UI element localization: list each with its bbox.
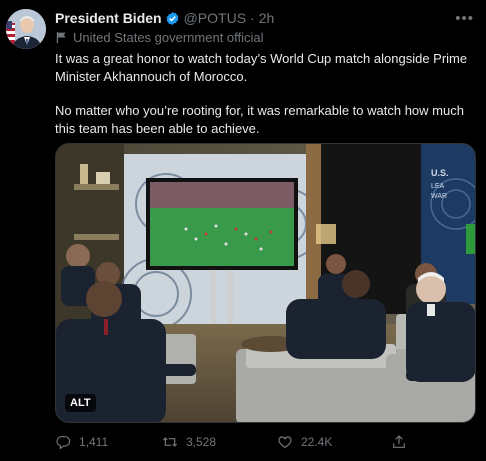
- affiliation-text: United States government official: [73, 30, 264, 45]
- reply-icon: [56, 436, 71, 450]
- separator-dot: ·: [250, 10, 255, 26]
- svg-text:WAR: WAR: [431, 193, 447, 200]
- svg-text:LEA: LEA: [431, 183, 445, 190]
- affiliation-label: United States government official: [55, 30, 264, 45]
- tweet-actions: 1,411 3,528 22.4K: [55, 434, 476, 452]
- retweet-count: 3,528: [186, 435, 217, 449]
- flag-icon: [56, 32, 66, 44]
- reply-count: 1,411: [79, 435, 109, 449]
- more-options-icon[interactable]: •••: [455, 10, 474, 27]
- tweet-photo[interactable]: U.S. LEA WAR ALT: [55, 143, 476, 423]
- avatar[interactable]: [6, 9, 46, 49]
- tweet-header: President Biden @POTUS · 2h: [55, 9, 446, 27]
- share-icon: [393, 435, 405, 448]
- like-count: 22.4K: [301, 435, 333, 449]
- author-handle[interactable]: @POTUS: [184, 10, 246, 26]
- heart-icon: [278, 436, 292, 449]
- share-button[interactable]: [391, 434, 415, 450]
- retweet-icon: [162, 437, 178, 447]
- tweet-paragraph: No matter who you’re rooting for, it was…: [55, 103, 464, 136]
- tweet-paragraph: It was a great honor to watch today’s Wo…: [55, 51, 468, 84]
- reply-button[interactable]: 1,411: [55, 434, 108, 450]
- photo-image: U.S. LEA WAR: [56, 144, 475, 422]
- alt-text-badge[interactable]: ALT: [65, 394, 96, 412]
- like-button[interactable]: 22.4K: [277, 434, 332, 450]
- svg-text:U.S.: U.S.: [431, 168, 449, 178]
- tweet-body: It was a great honor to watch today’s Wo…: [55, 50, 475, 154]
- retweet-button[interactable]: 3,528: [162, 434, 216, 450]
- tweet-timestamp[interactable]: 2h: [259, 10, 275, 26]
- verified-badge-icon: [166, 11, 178, 25]
- author-name[interactable]: President Biden: [55, 10, 162, 26]
